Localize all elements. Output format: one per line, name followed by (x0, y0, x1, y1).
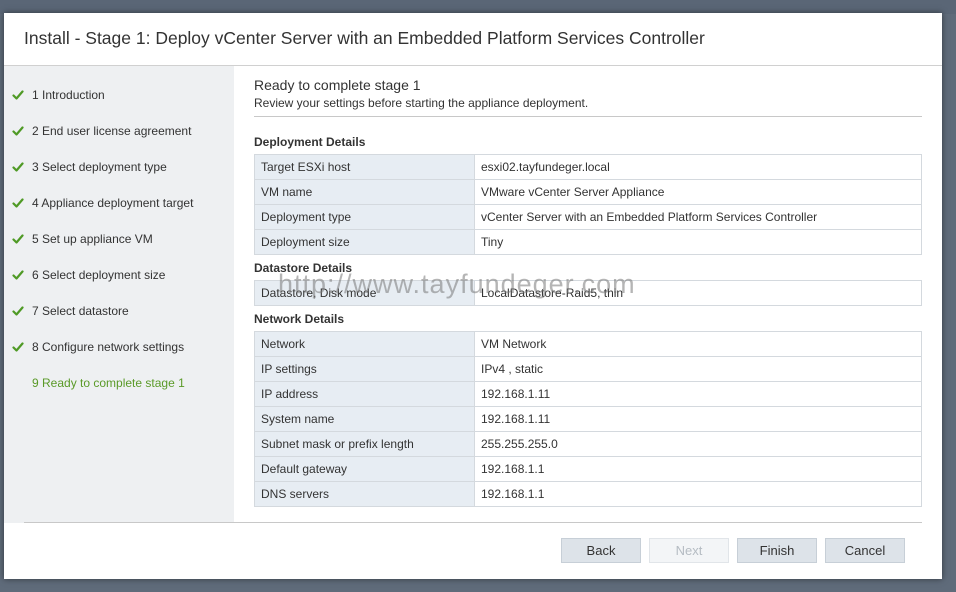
datastore-details-table: Datastore, Disk mode LocalDatastore-Raid… (254, 280, 922, 306)
install-dialog: Install - Stage 1: Deploy vCenter Server… (4, 13, 942, 579)
section-heading-network: Network Details (254, 312, 345, 326)
wizard-step-label: 9 Ready to complete stage 1 (32, 376, 185, 390)
row-label: Network (254, 331, 475, 357)
row-value: 192.168.1.11 (474, 406, 922, 432)
divider (254, 116, 922, 117)
table-row: Network VM Network (254, 331, 922, 357)
row-value: Tiny (474, 229, 922, 255)
wizard-step-introduction[interactable]: 1 Introduction (12, 85, 105, 105)
next-button[interactable]: Next (649, 538, 729, 563)
footer-divider (24, 522, 922, 523)
row-value: vCenter Server with an Embedded Platform… (474, 204, 922, 230)
deployment-details-table: Target ESXi host esxi02.tayfundeger.loca… (254, 154, 922, 255)
row-label: VM name (254, 179, 475, 205)
wizard-step-label: 3 Select deployment type (32, 160, 167, 174)
row-value: 192.168.1.1 (474, 456, 922, 482)
wizard-step-eula[interactable]: 2 End user license agreement (12, 121, 191, 141)
row-value: esxi02.tayfundeger.local (474, 154, 922, 180)
wizard-step-ready-to-complete[interactable]: 9 Ready to complete stage 1 (32, 373, 185, 393)
wizard-step-deployment-size[interactable]: 6 Select deployment size (12, 265, 165, 285)
row-label: Deployment size (254, 229, 475, 255)
row-label: Target ESXi host (254, 154, 475, 180)
table-row: VM name VMware vCenter Server Appliance (254, 179, 922, 205)
row-value: 255.255.255.0 (474, 431, 922, 457)
back-button[interactable]: Back (561, 538, 641, 563)
row-value: VM Network (474, 331, 922, 357)
table-row: Deployment type vCenter Server with an E… (254, 204, 922, 230)
section-heading-datastore: Datastore Details (254, 261, 353, 275)
row-label: System name (254, 406, 475, 432)
row-value: 192.168.1.1 (474, 481, 922, 507)
check-icon (12, 305, 24, 317)
row-label: Datastore, Disk mode (254, 280, 475, 306)
wizard-step-label: 2 End user license agreement (32, 124, 192, 138)
check-icon (12, 269, 24, 281)
wizard-step-deployment-target[interactable]: 4 Appliance deployment target (12, 193, 193, 213)
table-row: IP settings IPv4 , static (254, 356, 922, 382)
row-label: Subnet mask or prefix length (254, 431, 475, 457)
row-label: DNS servers (254, 481, 475, 507)
check-icon (12, 341, 24, 353)
row-label: Deployment type (254, 204, 475, 230)
check-icon (12, 161, 24, 173)
cancel-button[interactable]: Cancel (825, 538, 905, 563)
table-row: Subnet mask or prefix length 255.255.255… (254, 431, 922, 457)
wizard-step-label: 8 Configure network settings (32, 340, 185, 354)
table-row: Datastore, Disk mode LocalDatastore-Raid… (254, 280, 922, 306)
check-icon (12, 125, 24, 137)
wizard-step-datastore[interactable]: 7 Select datastore (12, 301, 129, 321)
row-value: LocalDatastore-Raid5, thin (474, 280, 922, 306)
row-label: Default gateway (254, 456, 475, 482)
wizard-steps-sidebar: 1 Introduction 2 End user license agreem… (4, 66, 234, 523)
wizard-step-label: 4 Appliance deployment target (32, 196, 194, 210)
wizard-step-network-settings[interactable]: 8 Configure network settings (12, 337, 184, 357)
row-label: IP settings (254, 356, 475, 382)
table-row: System name 192.168.1.11 (254, 406, 922, 432)
row-value: VMware vCenter Server Appliance (474, 179, 922, 205)
table-row: Target ESXi host esxi02.tayfundeger.loca… (254, 154, 922, 180)
dialog-title: Install - Stage 1: Deploy vCenter Server… (24, 28, 705, 48)
table-row: DNS servers 192.168.1.1 (254, 481, 922, 507)
page-subtitle: Review your settings before starting the… (254, 96, 589, 110)
wizard-step-label: 6 Select deployment size (32, 268, 166, 282)
page-title: Ready to complete stage 1 (254, 77, 421, 93)
wizard-step-label: 7 Select datastore (32, 304, 129, 318)
row-label: IP address (254, 381, 475, 407)
wizard-step-label: 1 Introduction (32, 88, 105, 102)
network-details-table: Network VM Network IP settings IPv4 , st… (254, 331, 922, 507)
check-icon (12, 89, 24, 101)
check-icon (12, 233, 24, 245)
wizard-step-setup-vm[interactable]: 5 Set up appliance VM (12, 229, 153, 249)
table-row: IP address 192.168.1.11 (254, 381, 922, 407)
table-row: Deployment size Tiny (254, 229, 922, 255)
check-icon (12, 197, 24, 209)
row-value: IPv4 , static (474, 356, 922, 382)
table-row: Default gateway 192.168.1.1 (254, 456, 922, 482)
section-heading-deployment: Deployment Details (254, 135, 366, 149)
wizard-step-label: 5 Set up appliance VM (32, 232, 153, 246)
desktop-backdrop (0, 0, 956, 14)
wizard-step-deployment-type[interactable]: 3 Select deployment type (12, 157, 167, 177)
dialog-header: Install - Stage 1: Deploy vCenter Server… (4, 13, 942, 66)
row-value: 192.168.1.11 (474, 381, 922, 407)
finish-button[interactable]: Finish (737, 538, 817, 563)
